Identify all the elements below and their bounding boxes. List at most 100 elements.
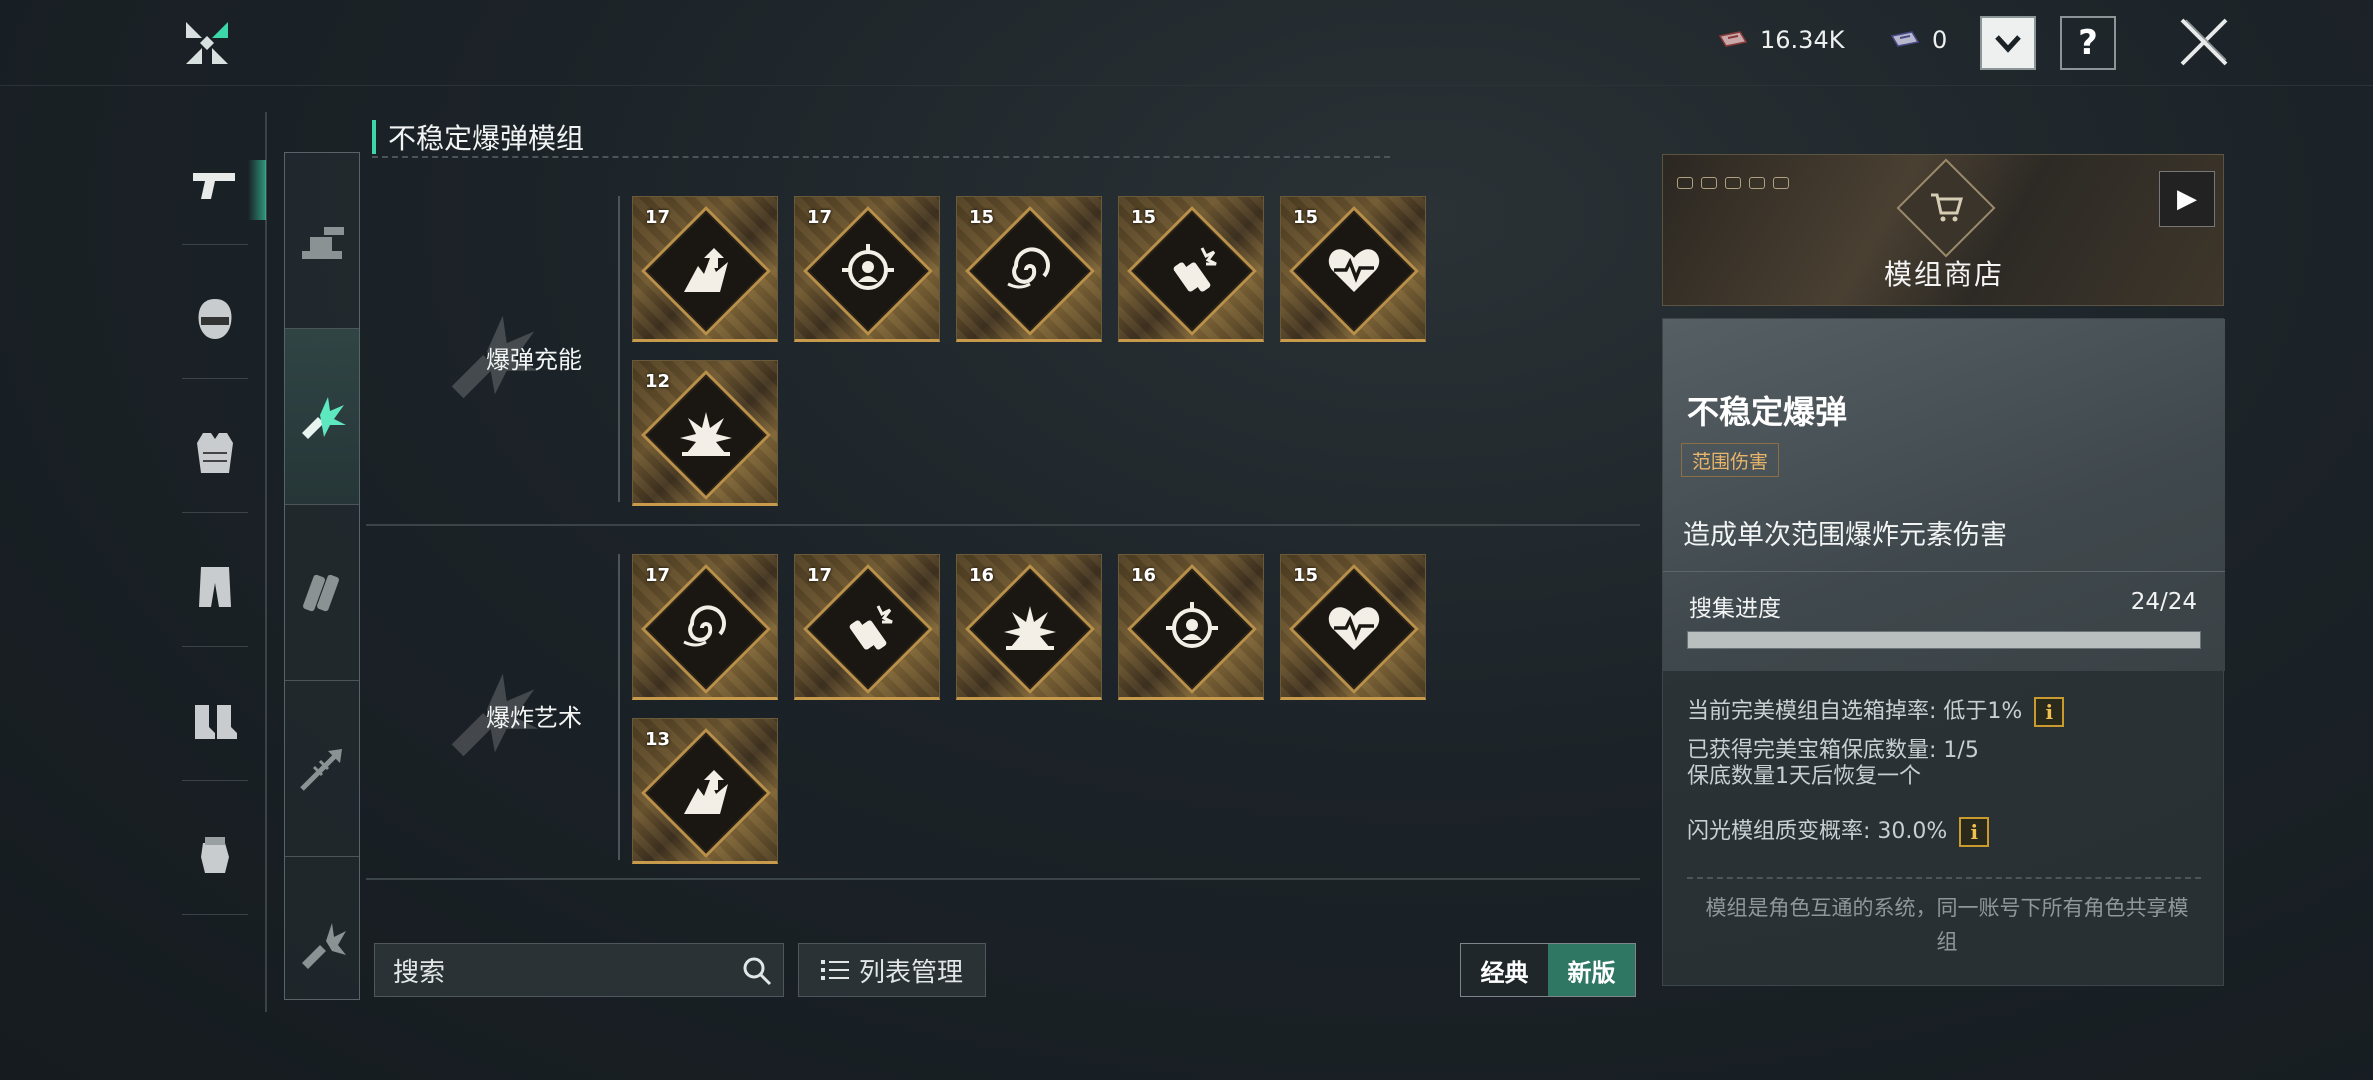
firework-icon bbox=[302, 923, 346, 969]
currency-1-value: 16.34K bbox=[1760, 26, 1845, 54]
mod-card[interactable]: 17 bbox=[794, 554, 940, 700]
shop-arrow-button[interactable]: ▶ bbox=[2159, 171, 2215, 227]
dynamite-spark-icon bbox=[849, 605, 893, 650]
vortex-icon bbox=[1007, 247, 1050, 289]
section-title: 不稳定爆弹模组 bbox=[372, 120, 584, 155]
heart-pulse-icon bbox=[1328, 249, 1380, 292]
rail-item-pistol[interactable] bbox=[160, 120, 270, 250]
flash-mutation-text: 闪光模组质变概率: 30.0% bbox=[1687, 819, 1948, 844]
rail-divider bbox=[182, 244, 248, 245]
mod-card-level: 17 bbox=[645, 207, 671, 228]
armor-vest-icon bbox=[197, 433, 233, 473]
details-dash-divider bbox=[1687, 877, 2201, 879]
top-bar: 16.34K 0 ? bbox=[0, 0, 2373, 86]
group-divider-horizontal bbox=[366, 524, 1640, 526]
mod-card[interactable]: 13 bbox=[632, 718, 778, 864]
info-icon[interactable]: i bbox=[1959, 817, 1990, 847]
ticket-red-icon bbox=[1718, 31, 1748, 47]
rank-badge-icon bbox=[1773, 177, 1789, 189]
rail-divider bbox=[182, 378, 248, 379]
category-dynamite[interactable] bbox=[285, 505, 359, 681]
toggle-classic[interactable]: 经典 bbox=[1461, 944, 1548, 996]
helmet-icon bbox=[198, 299, 232, 339]
rail-item-boots[interactable] bbox=[160, 656, 270, 786]
rail-item-pants[interactable] bbox=[160, 522, 270, 652]
rail-item-armor[interactable] bbox=[160, 388, 270, 518]
mod-card[interactable]: 16 bbox=[956, 554, 1102, 700]
rail-divider bbox=[182, 914, 248, 915]
mod-card[interactable]: 17 bbox=[794, 196, 940, 342]
rank-badge-icon bbox=[1749, 177, 1765, 189]
mod-card[interactable]: 12 bbox=[632, 360, 778, 506]
dynamite-icon bbox=[303, 574, 339, 611]
list-manage-button[interactable]: 列表管理 bbox=[798, 943, 986, 997]
group-divider-vertical bbox=[618, 554, 620, 860]
details-footer-note: 模组是角色互通的系统，同一账号下所有角色共享模组 bbox=[1705, 896, 2189, 954]
mod-card[interactable]: 15 bbox=[956, 196, 1102, 342]
mod-card[interactable]: 15 bbox=[1280, 196, 1426, 342]
search-placeholder: 搜索 bbox=[393, 957, 446, 988]
mod-card[interactable]: 15 bbox=[1118, 196, 1264, 342]
rank-badge-icon bbox=[1677, 177, 1693, 189]
toggle-new[interactable]: 新版 bbox=[1548, 944, 1635, 996]
help-button[interactable]: ? bbox=[2060, 16, 2116, 70]
close-x-icon[interactable] bbox=[2176, 14, 2232, 70]
list-icon bbox=[820, 960, 849, 980]
mod-card-level: 15 bbox=[1131, 207, 1157, 228]
gloves-icon bbox=[201, 837, 229, 873]
rail-item-helmet[interactable] bbox=[160, 254, 270, 384]
mod-card-level: 15 bbox=[1293, 565, 1319, 586]
mod-card-level: 15 bbox=[1293, 207, 1319, 228]
rank-badge-icon bbox=[1725, 177, 1741, 189]
currency-2: 0 bbox=[1890, 26, 1947, 54]
info-icon[interactable]: i bbox=[2034, 697, 2065, 727]
game-logo-icon bbox=[186, 22, 228, 64]
mod-name: 不稳定爆弹 bbox=[1687, 393, 1848, 431]
search-field[interactable]: 搜索 bbox=[374, 943, 784, 997]
heart-pulse-icon bbox=[1328, 607, 1380, 650]
rail-divider bbox=[182, 512, 248, 513]
category-unstable-bomb[interactable] bbox=[285, 329, 359, 505]
ticket-blue-icon bbox=[1890, 31, 1920, 47]
mod-card-level: 16 bbox=[1131, 565, 1157, 586]
mod-card-level: 17 bbox=[645, 565, 671, 586]
title-divider bbox=[372, 156, 1390, 158]
collect-progress-bar bbox=[1687, 631, 2201, 649]
rail-item-gloves[interactable] bbox=[160, 790, 270, 920]
mod-card[interactable]: 17 bbox=[632, 554, 778, 700]
mod-description: 造成单次范围爆炸元素伤害 bbox=[1683, 520, 2007, 551]
category-arrow-strike[interactable] bbox=[285, 681, 359, 857]
target-crosshair-icon bbox=[842, 244, 894, 290]
arrow-strike-icon bbox=[300, 748, 342, 791]
vortex-icon bbox=[683, 605, 726, 647]
mod-shop-banner[interactable]: 模组商店 ▶ bbox=[1662, 154, 2224, 306]
explosion-arrow-icon bbox=[684, 248, 728, 292]
mod-category-column bbox=[284, 152, 360, 1000]
category-firework[interactable] bbox=[285, 857, 359, 1033]
flash-mutation-stat: 闪光模组质变概率: 30.0% i bbox=[1687, 817, 1990, 847]
pity-count-stat: 已获得完美宝箱保底数量: 1/5 bbox=[1687, 738, 1979, 763]
dynamite-spark-icon bbox=[1173, 247, 1217, 292]
view-mode-toggle: 经典 新版 bbox=[1460, 943, 1636, 997]
details-divider bbox=[1663, 571, 2225, 572]
mod-card[interactable]: 16 bbox=[1118, 554, 1264, 700]
boots-icon bbox=[195, 705, 237, 739]
collect-progress-fill bbox=[1688, 632, 2200, 648]
mod-card-level: 16 bbox=[969, 565, 995, 586]
blast-icon bbox=[1004, 606, 1056, 650]
shop-rank-icons bbox=[1677, 177, 1789, 189]
search-icon bbox=[743, 957, 772, 986]
mod-card[interactable]: 17 bbox=[632, 196, 778, 342]
shop-cart-icon bbox=[1931, 193, 1963, 222]
chevron-down-icon bbox=[1995, 35, 2021, 53]
currency-2-value: 0 bbox=[1932, 26, 1948, 54]
category-turret[interactable] bbox=[285, 153, 359, 329]
collect-progress-label: 搜集进度 bbox=[1689, 596, 1781, 622]
pants-icon bbox=[199, 567, 231, 607]
mod-card-level: 17 bbox=[807, 207, 833, 228]
mod-group-label: 爆炸艺术 bbox=[486, 704, 582, 732]
group-divider-vertical bbox=[618, 196, 620, 502]
dropdown-button[interactable] bbox=[1980, 16, 2036, 70]
mod-card[interactable]: 15 bbox=[1280, 554, 1426, 700]
unstable-bomb-icon bbox=[302, 396, 346, 439]
